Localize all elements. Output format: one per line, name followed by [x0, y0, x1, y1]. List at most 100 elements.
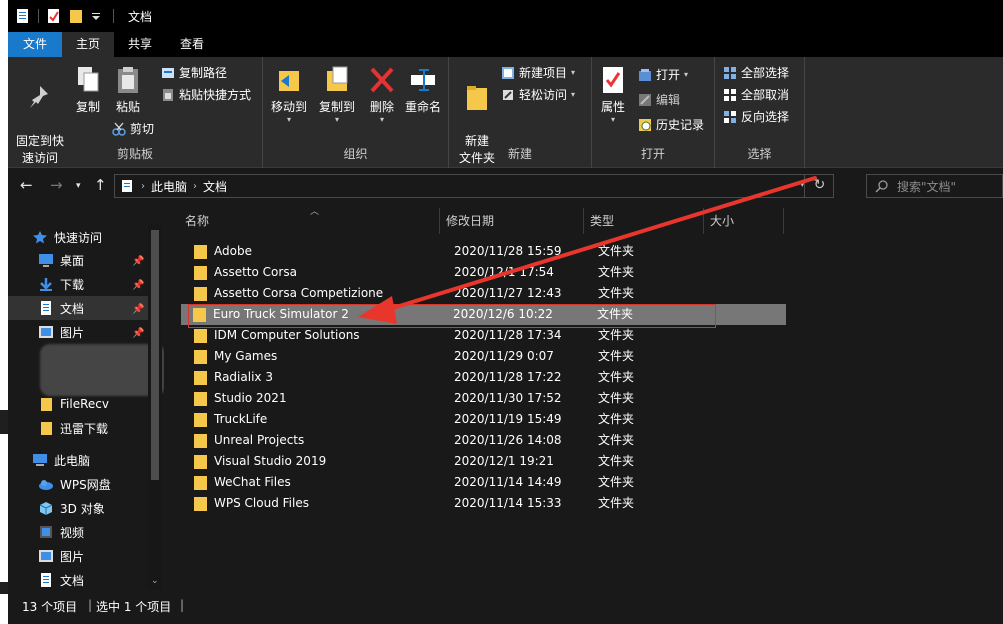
file-row[interactable]: Visual Studio 2019 2020/12/1 19:21 文件夹: [182, 451, 788, 472]
open-group-label: 打开: [640, 147, 665, 161]
nav-item-pictures-pc[interactable]: 图片: [38, 544, 164, 568]
file-type: 文件夹: [598, 433, 635, 447]
copy-path-button[interactable]: 复制路径: [161, 63, 227, 83]
file-row[interactable]: Unreal Projects 2020/11/26 14:08 文件夹: [182, 430, 788, 451]
title-bar: 文档: [8, 0, 1003, 32]
tab-file[interactable]: 文件: [8, 32, 63, 57]
invert-selection-button[interactable]: 反向选择: [723, 107, 789, 127]
file-row[interactable]: WeChat Files 2020/11/14 14:49 文件夹: [182, 472, 788, 493]
nav-item-thunder-downloads[interactable]: 迅雷下载: [38, 416, 164, 440]
open-button[interactable]: 打开 ▾: [638, 65, 688, 85]
desktop-icon: [38, 253, 54, 267]
file-row[interactable]: Assetto Corsa Competizione 2020/11/27 12:…: [182, 283, 788, 304]
paste-shortcut-button[interactable]: 粘贴快捷方式: [161, 85, 251, 105]
new-folder-quick-icon[interactable]: [69, 8, 83, 24]
up-arrow-icon[interactable]: ↑: [94, 176, 107, 194]
breadcrumb-documents[interactable]: 文档: [203, 178, 227, 195]
nav-item-desktop[interactable]: 桌面: [38, 248, 164, 272]
file-row[interactable]: Assetto Corsa 2020/12/1 17:54 文件夹: [182, 262, 788, 283]
copy-button[interactable]: 复制: [70, 65, 106, 116]
chevron-down-icon: ▾: [610, 115, 615, 124]
cut-label: 剪切: [130, 122, 155, 136]
pin-icon[interactable]: 📌: [132, 256, 144, 267]
file-row[interactable]: IDM Computer Solutions 2020/11/28 17:34 文件…: [182, 325, 788, 346]
nav-item-filerecv[interactable]: FileRecv: [38, 392, 164, 416]
file-row[interactable]: WPS Cloud Files 2020/11/14 15:33 文件夹: [182, 493, 788, 514]
nav-scrollbar[interactable]: [148, 224, 162, 590]
cut-button[interactable]: 剪切: [112, 119, 154, 139]
breadcrumb-chevron-icon[interactable]: ›: [193, 181, 197, 192]
properties-quick-icon[interactable]: [47, 8, 61, 24]
file-row[interactable]: Studio 2021 2020/11/30 17:52 文件夹: [182, 388, 788, 409]
chevron-down-icon[interactable]: [91, 8, 101, 24]
file-row[interactable]: Radialix 3 2020/11/28 17:22 文件夹: [182, 367, 788, 388]
nav-item-label: 图片: [60, 325, 85, 340]
copy-to-button[interactable]: 复制到 ▾: [315, 65, 359, 124]
file-type: 文件夹: [598, 412, 635, 426]
breadcrumb-chevron-icon[interactable]: ›: [141, 181, 145, 192]
properties-icon: [599, 65, 627, 95]
pin-icon[interactable]: 📌: [132, 280, 144, 291]
file-row[interactable]: Adobe 2020/11/28 15:59 文件夹: [182, 241, 788, 262]
status-separator: |: [180, 598, 185, 612]
file-row[interactable]: TruckLife 2020/11/19 15:49 文件夹: [182, 409, 788, 430]
edit-button[interactable]: 编辑: [638, 90, 680, 110]
properties-button[interactable]: 属性 ▾: [598, 65, 628, 124]
column-header-size[interactable]: 大小: [704, 208, 784, 234]
move-to-button[interactable]: 移动到 ▾: [267, 65, 311, 124]
folder-icon: [194, 434, 207, 448]
tab-home[interactable]: 主页: [62, 32, 115, 57]
refresh-icon[interactable]: ↻: [804, 174, 834, 198]
recent-locations-chevron-icon[interactable]: ▾: [76, 181, 81, 191]
folder-icon: [193, 308, 206, 322]
forward-arrow-icon[interactable]: →: [50, 176, 63, 194]
computer-icon: [32, 453, 48, 467]
nav-item-pictures[interactable]: 图片: [38, 320, 164, 344]
nav-item-downloads[interactable]: 下载: [38, 272, 164, 296]
pin-icon: [26, 82, 54, 112]
scissors-icon: [112, 122, 126, 136]
nav-item-documents-pc[interactable]: 文档: [38, 568, 164, 590]
new-item-icon: [501, 66, 515, 80]
nav-item-wps-drive[interactable]: WPS网盘: [38, 472, 164, 496]
explorer-window: 文档 文件 主页 共享 查看 固定到快 速访问 复制 粘贴 复制路径 粘贴快捷方…: [8, 0, 1003, 624]
pin-icon[interactable]: 📌: [132, 328, 144, 339]
select-all-button[interactable]: 全部选择: [723, 63, 789, 83]
scrollbar-thumb[interactable]: [151, 230, 159, 480]
folder-icon: [194, 287, 207, 301]
file-date: 2020/11/30 17:52: [454, 391, 562, 405]
nav-quick-access[interactable]: 快速访问: [32, 225, 164, 249]
nav-item-videos[interactable]: 视频: [38, 520, 164, 544]
nav-item-label: 文档: [60, 573, 85, 588]
history-icon: [638, 118, 652, 132]
history-button[interactable]: 历史记录: [638, 115, 704, 135]
file-row[interactable]: Euro Truck Simulator 2 2020/12/6 10:22 文件夹: [181, 304, 786, 325]
paste-button[interactable]: 粘贴: [110, 65, 146, 116]
new-item-button[interactable]: 新建项目 ▾: [501, 63, 575, 83]
nav-item-3d-objects[interactable]: 3D 对象: [38, 496, 164, 520]
column-header-date[interactable]: 修改日期: [440, 208, 584, 234]
select-none-button[interactable]: 全部取消: [723, 85, 789, 105]
scroll-down-icon[interactable]: ⌄: [151, 576, 159, 586]
folder-icon: [194, 350, 207, 364]
paste-shortcut-icon: [161, 88, 175, 102]
tab-share[interactable]: 共享: [114, 32, 166, 57]
delete-button[interactable]: 删除 ▾: [367, 65, 397, 124]
nav-item-documents[interactable]: 文档: [8, 296, 148, 320]
column-header-type[interactable]: 类型: [584, 208, 704, 234]
edit-icon: [638, 93, 652, 107]
easy-access-button[interactable]: 轻松访问 ▾: [501, 85, 575, 105]
search-box[interactable]: 搜索"文档": [866, 174, 1003, 198]
rename-button[interactable]: 重命名: [403, 65, 443, 116]
properties-label: 属性: [600, 100, 625, 114]
breadcrumb-this-pc[interactable]: 此电脑: [151, 178, 187, 195]
address-bar[interactable]: › 此电脑 › 文档: [114, 174, 834, 198]
tab-view[interactable]: 查看: [166, 32, 218, 57]
rename-label: 重命名: [404, 100, 441, 114]
copy-to-label: 复制到: [318, 100, 355, 114]
back-arrow-icon[interactable]: ←: [20, 176, 33, 194]
nav-this-pc[interactable]: 此电脑: [32, 448, 164, 472]
pin-icon[interactable]: 📌: [132, 304, 144, 315]
file-row[interactable]: My Games 2020/11/29 0:07 文件夹: [182, 346, 788, 367]
item-count: 13 个项目: [22, 600, 78, 614]
